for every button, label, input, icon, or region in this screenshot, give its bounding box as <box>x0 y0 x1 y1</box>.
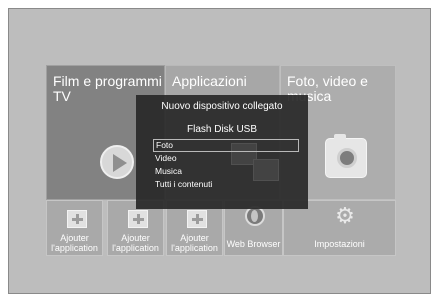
add-application-button-1[interactable]: Ajouter l'application <box>46 200 103 256</box>
menu-item-video[interactable]: Video <box>153 152 299 165</box>
plus-icon <box>187 210 207 228</box>
menu-item-all-content[interactable]: Tutti i contenuti <box>153 178 299 191</box>
add-application-label: Ajouter l'application <box>171 233 218 253</box>
new-device-popup: Nuovo dispositivo collegato Flash Disk U… <box>136 95 308 209</box>
popup-title: Nuovo dispositivo collegato <box>161 101 283 112</box>
popup-menu: Foto Video Musica Tutti i contenuti <box>153 139 299 191</box>
add-application-label: Ajouter l'application <box>112 233 159 253</box>
plus-icon <box>128 210 148 228</box>
add-application-label: Ajouter l'application <box>51 233 98 253</box>
menu-item-foto[interactable]: Foto <box>153 139 299 152</box>
tile-title: Applicazioni <box>172 73 247 89</box>
screen: Film e programmi TV Applicazioni Foto, v… <box>0 0 438 301</box>
play-icon <box>100 145 134 179</box>
settings-label: Impostazioni <box>314 239 365 249</box>
gear-icon: ⚙ <box>335 204 355 229</box>
web-browser-label: Web Browser <box>226 239 281 249</box>
popup-device-name: Flash Disk USB <box>186 124 257 135</box>
menu-item-musica[interactable]: Musica <box>153 165 299 178</box>
globe-icon <box>245 206 265 226</box>
plus-icon <box>67 210 87 228</box>
camera-icon <box>325 134 367 178</box>
